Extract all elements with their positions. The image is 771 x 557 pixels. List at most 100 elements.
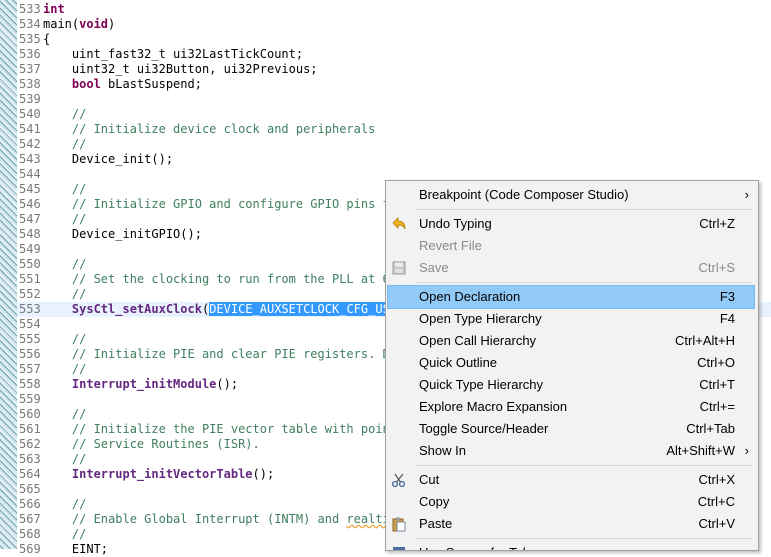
menu-item-label: Show In [419, 443, 466, 458]
menu-item-label: Undo Typing [419, 216, 492, 231]
menu-item-show-in[interactable]: Show In Alt+Shift+W › [388, 440, 754, 462]
menu-item-label: Save [419, 260, 449, 275]
code-text[interactable]: bool bLastSuspend; [43, 77, 202, 92]
code-token: // Set the clocking to run from the PLL … [43, 272, 398, 286]
context-menu: Breakpoint (Code Composer Studio) › Undo T… [385, 180, 759, 551]
line-number: 560 [19, 407, 41, 421]
menu-item-label: Quick Outline [419, 355, 498, 370]
menu-item-open-type-hierarchy[interactable]: Open Type Hierarchy F4 [388, 308, 754, 330]
menu-item-quick-outline[interactable]: Quick Outline Ctrl+O [388, 352, 754, 374]
menu-item-label: Toggle Source/Header [419, 421, 549, 436]
code-text[interactable]: // [43, 287, 86, 302]
code-text[interactable]: // [43, 137, 86, 152]
code-text[interactable]: // [43, 332, 86, 347]
menu-item-toggle-source-header[interactable]: Toggle Source/Header Ctrl+Tab [388, 418, 754, 440]
code-text[interactable]: // [43, 452, 86, 467]
code-text[interactable]: { [43, 32, 50, 47]
code-token: bLastSuspend; [100, 77, 202, 91]
menu-item-shortcut: Ctrl+O [697, 355, 735, 370]
code-text[interactable]: // [43, 407, 86, 422]
code-text[interactable]: int [43, 2, 65, 17]
code-text[interactable]: // [43, 212, 86, 227]
code-token: // Initialize PIE and clear PIE register… [43, 347, 398, 361]
code-token: // [43, 137, 87, 151]
code-text[interactable]: EINT; [43, 542, 108, 557]
line-number: 565 [19, 482, 41, 496]
menu-item-breakpoint-code-composer-studio[interactable]: Breakpoint (Code Composer Studio) › [388, 184, 754, 206]
line-number: 564 [19, 467, 41, 481]
menu-separator [416, 209, 752, 210]
line-number: 543 [19, 152, 41, 166]
menu-item-cut[interactable]: Cut Ctrl+X [388, 469, 754, 491]
undo-arrow-icon [391, 216, 407, 232]
menu-item-shortcut: Alt+Shift+W [666, 443, 735, 458]
line-number: 569 [19, 542, 41, 556]
menu-item-revert-file[interactable]: Revert File [388, 235, 754, 257]
menu-item-open-declaration[interactable]: Open Declaration F3 [387, 285, 755, 309]
code-text[interactable]: // Initialize device clock and periphera… [43, 122, 375, 137]
code-token: // Service Routines (ISR). [43, 437, 260, 451]
line-number: 544 [19, 167, 41, 181]
menu-item-explore-macro-expansion[interactable]: Explore Macro Expansion Ctrl+= [388, 396, 754, 418]
menu-item-undo-typing[interactable]: Undo Typing Ctrl+Z [388, 213, 754, 235]
line-number: 566 [19, 497, 41, 511]
menu-item-label: Cut [419, 472, 440, 487]
code-token: bool [71, 77, 101, 91]
menu-item-label: Paste [419, 516, 453, 531]
code-text[interactable]: uint32_t ui32Button, ui32Previous; [43, 62, 318, 77]
code-token: ) [108, 17, 116, 31]
code-text[interactable]: Device_init(); [43, 152, 173, 167]
line-number: 539 [19, 92, 41, 106]
line-number: 562 [19, 437, 41, 451]
code-text[interactable]: // Set the clocking to run from the PLL … [43, 272, 397, 287]
menu-item-copy[interactable]: Copy Ctrl+C [388, 491, 754, 513]
code-token: // [43, 452, 87, 466]
menu-item-use-source-for-tab[interactable]: Use Source for Tab [388, 542, 754, 550]
menu-item-label: Copy [419, 494, 450, 509]
menu-item-label: Quick Type Hierarchy [419, 377, 544, 392]
code-text[interactable]: // [43, 257, 86, 272]
menu-item-save[interactable]: Save Ctrl+S [388, 257, 754, 279]
code-token: (); [216, 377, 239, 391]
menu-item-label: Breakpoint (Code Composer Studio) [419, 187, 629, 202]
menu-item-shortcut: Ctrl+X [698, 472, 735, 487]
code-text[interactable]: // Enable Global Interrupt (INTM) and re… [43, 512, 397, 527]
source-icon [391, 545, 407, 550]
code-token: // [43, 362, 87, 376]
menu-item-shortcut: Ctrl+Z [699, 216, 735, 231]
code-text[interactable]: // [43, 107, 86, 122]
line-number: 553 [19, 302, 41, 316]
code-text[interactable]: // [43, 527, 86, 542]
menu-item-shortcut: F4 [719, 311, 735, 326]
code-text[interactable]: uint_fast32_t ui32LastTickCount; [43, 47, 303, 62]
menu-item-label: Use Source for Tab [419, 542, 530, 550]
code-text[interactable]: // Service Routines (ISR). [43, 437, 260, 452]
code-text[interactable]: Interrupt_initVectorTable(); [43, 467, 274, 482]
menu-item-shortcut: Ctrl+T [699, 377, 735, 392]
menu-separator [416, 538, 752, 539]
menu-item-quick-type-hierarchy[interactable]: Quick Type Hierarchy Ctrl+T [388, 374, 754, 396]
code-token: EINT; [43, 542, 109, 556]
menu-item-paste[interactable]: Paste Ctrl+V [388, 513, 754, 535]
submenu-arrow-icon: › [744, 187, 749, 202]
code-text[interactable]: // [43, 362, 86, 377]
line-number: 533 [19, 2, 41, 16]
menu-item-shortcut: Ctrl+Alt+H [675, 333, 735, 348]
code-token: void [79, 17, 109, 31]
code-text[interactable]: // Initialize PIE and clear PIE register… [43, 347, 397, 362]
code-text[interactable]: // [43, 182, 86, 197]
menu-separator [416, 465, 752, 466]
code-text[interactable]: SysCtl_setAuxClock(DEVICE_AUXSETCLOCK_CF… [43, 302, 398, 317]
code-text[interactable]: // Initialize the PIE vector table with … [43, 422, 397, 437]
code-text[interactable]: main(void) [43, 17, 115, 32]
code-text[interactable]: // [43, 497, 86, 512]
line-number: 538 [19, 77, 41, 91]
line-number: 567 [19, 512, 41, 526]
line-number: 536 [19, 47, 41, 61]
code-text[interactable]: // Initialize GPIO and configure GPIO pi… [43, 197, 397, 212]
code-text[interactable]: Device_initGPIO(); [43, 227, 202, 242]
menu-item-open-call-hierarchy[interactable]: Open Call Hierarchy Ctrl+Alt+H [388, 330, 754, 352]
code-token: // [43, 287, 87, 301]
code-text[interactable]: Interrupt_initModule(); [43, 377, 238, 392]
